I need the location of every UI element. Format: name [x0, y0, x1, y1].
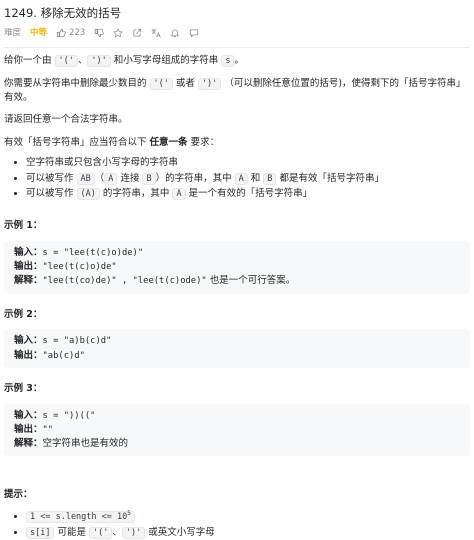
description-paragraph-1: 给你一个由 '('、 ')' 和小写字母组成的字符串 s。 [4, 55, 244, 67]
problem-page: 1249. 移除无效的括号 难度 中等 223 给你一个由 '('、 ')' 和小… [0, 6, 474, 540]
favorite-button[interactable] [113, 28, 124, 38]
inline-code: s [221, 55, 235, 67]
like-button[interactable]: 223 [56, 27, 85, 39]
example-2-box: 输入：s = "a)b(c)d" 输出："ab(c)d" [4, 329, 470, 368]
thumbs-up-icon [56, 28, 66, 38]
constraints-title: 提示： [4, 489, 33, 501]
translate-icon [151, 28, 161, 38]
thumbs-down-icon [95, 28, 105, 38]
list-item: 空字符串或只包含小写字母的字符串 [26, 156, 470, 170]
list-item: 可以被写作 AB（A 连接 B）的字符串，其中 A 和 B 都是有效「括号字符串… [26, 172, 470, 186]
difficulty-label: 难度 [4, 27, 22, 38]
dislike-button[interactable] [94, 28, 105, 38]
example-3-title: 示例 3： [4, 382, 43, 394]
comment-icon [190, 29, 199, 38]
difficulty-badge: 中等 [30, 27, 48, 38]
share-button[interactable] [132, 28, 142, 38]
bell-icon [170, 29, 180, 38]
notification-button[interactable] [170, 28, 180, 38]
problem-title: 1249. 移除无效的括号 [4, 6, 122, 20]
description-paragraph-3: 请返回任意一个合法字符串。 [4, 114, 128, 126]
list-item: 可以被写作 (A) 的字符串，其中 A 是一个有效的「括号字符串」 [26, 187, 470, 201]
list-item: 1 <= s.length <= 105 [26, 510, 470, 524]
description-paragraph-2: 你需要从字符串中删除最少数目的 '(' 或者 ')' （可以删除任意位置的括号)… [4, 77, 466, 103]
example-1-title: 示例 1： [4, 220, 43, 232]
inline-code: ')' [87, 55, 111, 67]
example-3-box: 输入：s = "))((" 输出："" 解释：空字符串也是有效的 [4, 403, 470, 457]
description-paragraph-4: 有效「括号字符串」应当符合以下 任意一条 要求： [4, 137, 220, 149]
list-item: s[i] 可能是 '('、')' 或英文小写字母 [26, 526, 470, 540]
inline-code: ')' [197, 77, 222, 90]
constraints-list: 1 <= s.length <= 105 s[i] 可能是 '('、')' 或英… [4, 510, 470, 540]
rules-list: 空字符串或只包含小写字母的字符串 可以被写作 AB（A 连接 B）的字符串，其中… [4, 156, 470, 201]
feedback-button[interactable] [189, 28, 199, 38]
inline-code: '(' [54, 55, 78, 67]
star-icon [113, 28, 124, 38]
inline-code: '(' [149, 77, 173, 90]
problem-meta-bar: 难度 中等 223 [4, 26, 470, 40]
divider [4, 47, 470, 48]
translate-button[interactable] [151, 28, 161, 38]
example-1-box: 输入：s = "lee(t(c)o)de)" 输出："lee(t(c)o)de"… [4, 240, 470, 294]
share-icon [133, 28, 142, 37]
like-count: 223 [69, 27, 86, 38]
example-2-title: 示例 2： [4, 308, 43, 320]
